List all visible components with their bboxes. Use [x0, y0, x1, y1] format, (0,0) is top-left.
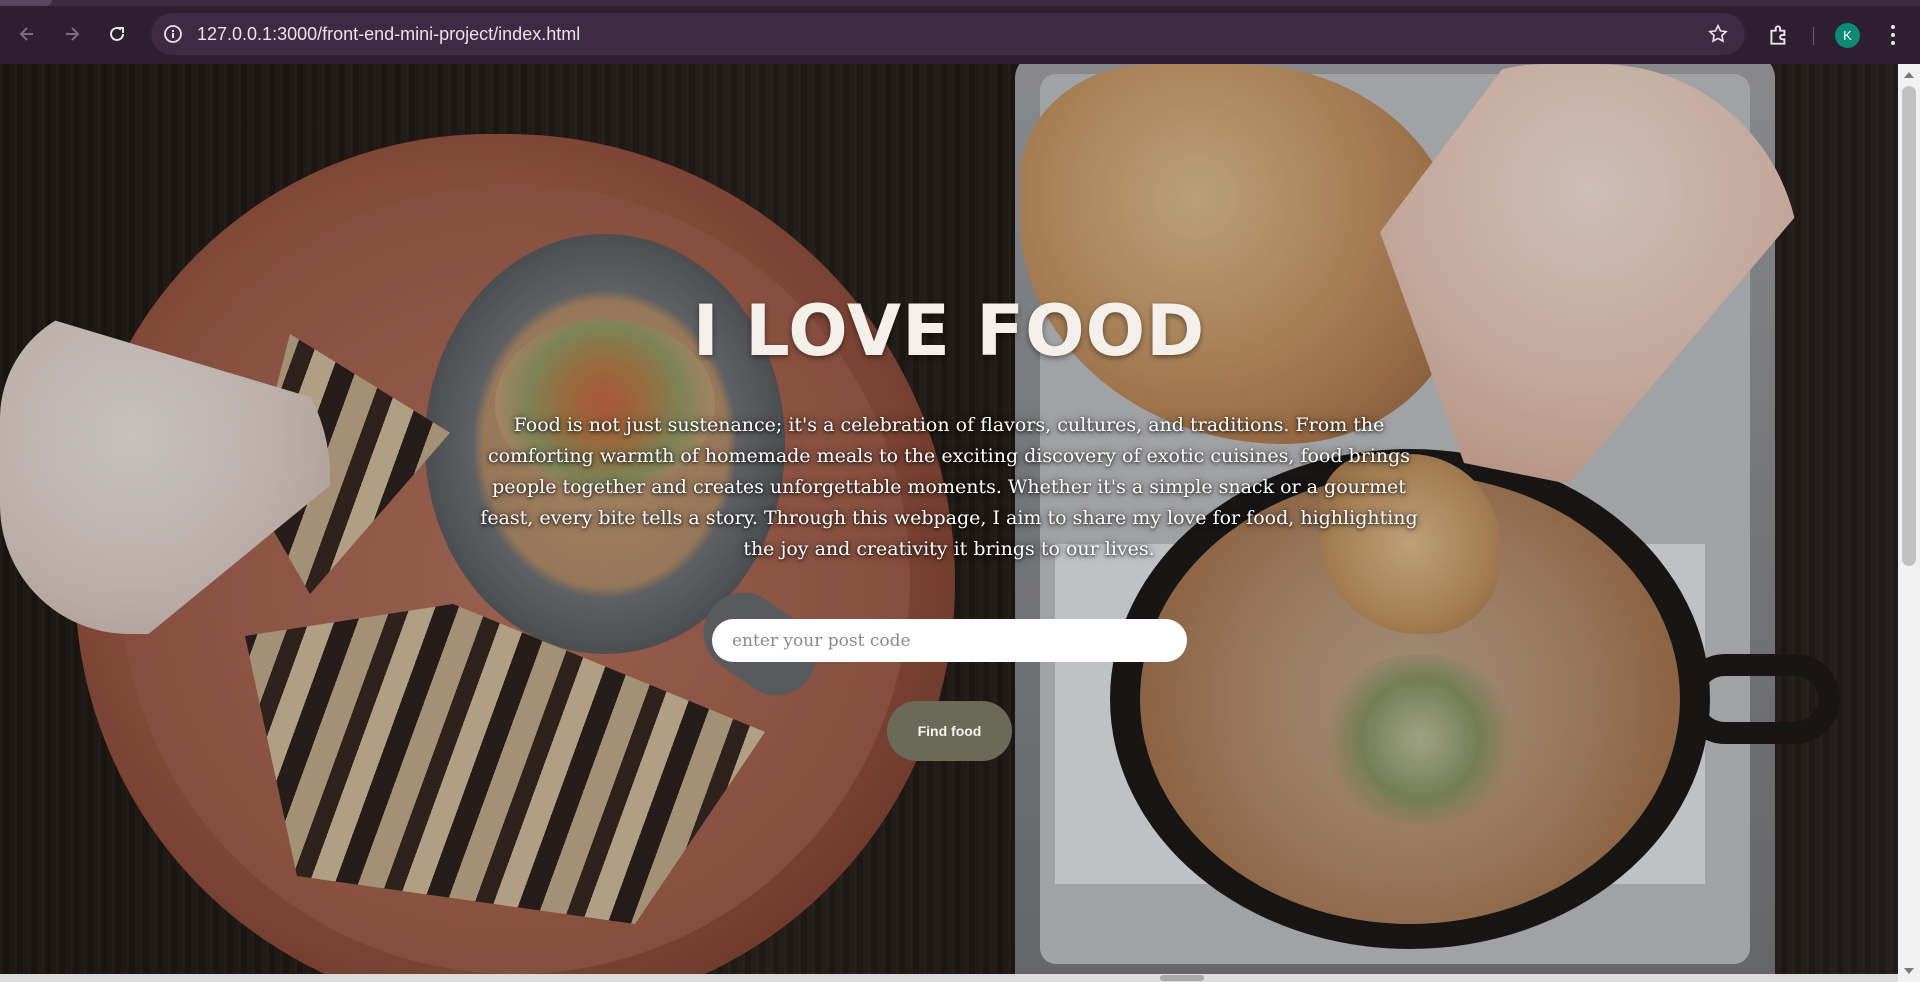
hero-title: I LOVE FOOD [692, 290, 1206, 372]
arrow-right-icon [66, 27, 80, 41]
forward-button[interactable] [59, 21, 85, 47]
toolbar-divider [1813, 27, 1814, 45]
reload-icon [110, 26, 124, 41]
page-viewport: I LOVE FOOD Food is not just sustenance;… [0, 64, 1898, 982]
horizontal-scrollbar[interactable] [0, 974, 1898, 982]
star-icon[interactable] [1707, 23, 1729, 45]
postcode-input[interactable] [712, 619, 1187, 662]
scrollbar-thumb[interactable] [1902, 86, 1916, 566]
find-food-button[interactable]: Find food [887, 701, 1012, 761]
info-icon[interactable] [163, 24, 183, 44]
scroll-down-icon[interactable] [1904, 968, 1914, 974]
url-text[interactable]: 127.0.0.1:3000/front-end-mini-project/in… [197, 13, 580, 55]
browser-toolbar: 127.0.0.1:3000/front-end-mini-project/in… [0, 6, 1920, 64]
back-button[interactable] [14, 21, 40, 47]
arrow-left-icon [19, 27, 33, 41]
reload-button[interactable] [104, 21, 130, 47]
profile-avatar[interactable]: K [1835, 23, 1860, 48]
vertical-scrollbar[interactable] [1898, 64, 1920, 982]
address-bar[interactable]: 127.0.0.1:3000/front-end-mini-project/in… [151, 13, 1745, 55]
puzzle-icon[interactable] [1766, 22, 1792, 48]
horizontal-scrollbar-thumb[interactable] [1160, 975, 1204, 981]
scroll-up-icon[interactable] [1904, 72, 1914, 78]
hero-description: Food is not just sustenance; it's a cele… [480, 414, 1418, 560]
more-vertical-icon[interactable] [1880, 22, 1906, 48]
